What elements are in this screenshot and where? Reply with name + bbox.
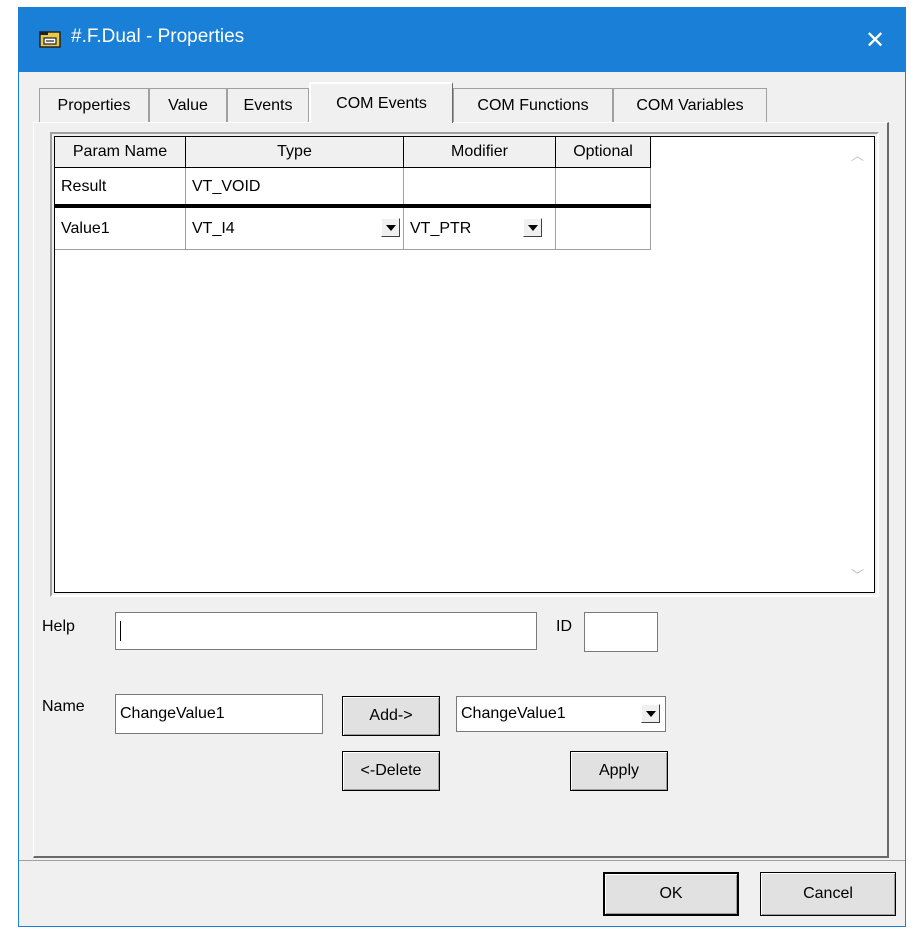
window-title: #.F.Dual - Properties [71, 26, 245, 47]
id-input[interactable] [584, 612, 658, 652]
apply-button[interactable]: Apply [570, 751, 668, 791]
scroll-up-icon[interactable]: ︿ [851, 145, 864, 164]
text-caret [120, 621, 121, 641]
event-select[interactable]: ChangeValue1 [456, 696, 666, 732]
header-param-name[interactable]: Param Name [55, 137, 186, 168]
cell-modifier[interactable]: VT_PTR [404, 208, 556, 250]
cancel-button[interactable]: Cancel [760, 872, 896, 916]
cell-modifier-value: VT_PTR [410, 219, 472, 237]
cell-optional[interactable] [556, 168, 651, 206]
name-input[interactable]: ChangeValue1 [115, 694, 323, 734]
chevron-down-icon[interactable] [641, 704, 660, 723]
delete-button[interactable]: <-Delete [342, 751, 440, 791]
scroll-down-icon[interactable]: ﹀ [851, 565, 864, 584]
id-label: ID [556, 618, 572, 635]
event-select-value: ChangeValue1 [461, 705, 566, 722]
name-label: Name [42, 698, 85, 715]
header-modifier[interactable]: Modifier [404, 137, 556, 168]
add-button[interactable]: Add-> [342, 696, 440, 736]
tab-events[interactable]: Events [227, 88, 309, 122]
modifier-dropdown-arrow[interactable] [523, 218, 542, 237]
parameter-grid[interactable]: Param Name Type Modifier Optional Result… [50, 132, 879, 597]
tab-label: COM Functions [477, 96, 589, 114]
tab-label: COM Events [336, 94, 427, 112]
header-type[interactable]: Type [186, 137, 404, 168]
tab-value[interactable]: Value [149, 88, 227, 122]
header-optional[interactable]: Optional [556, 137, 651, 168]
cell-param-name[interactable]: Value1 [55, 208, 186, 250]
tab-com-events[interactable]: COM Events [309, 82, 453, 123]
title-bar[interactable]: #.F.Dual - Properties ✕ [19, 8, 905, 72]
tab-label: Value [168, 96, 208, 114]
cell-type[interactable]: VT_VOID [186, 168, 404, 206]
tab-com-functions[interactable]: COM Functions [453, 88, 613, 122]
help-input[interactable] [115, 612, 537, 650]
type-dropdown-arrow[interactable] [381, 218, 400, 237]
cell-modifier[interactable] [404, 168, 556, 206]
properties-dialog: #.F.Dual - Properties ✕ Properties Value… [19, 8, 905, 926]
footer-divider [19, 860, 905, 861]
tab-label: COM Variables [636, 96, 744, 114]
tab-label: Properties [57, 96, 131, 114]
ok-button[interactable]: OK [603, 872, 739, 916]
cell-type[interactable]: VT_I4 [186, 208, 404, 250]
close-icon: ✕ [864, 26, 886, 54]
folder-properties-icon [39, 31, 61, 48]
close-button[interactable]: ✕ [845, 8, 905, 72]
help-label: Help [42, 618, 75, 635]
cell-type-value: VT_I4 [192, 219, 235, 237]
tab-properties[interactable]: Properties [39, 88, 149, 122]
tab-label: Events [243, 96, 293, 114]
cell-optional[interactable] [556, 208, 651, 250]
cell-param-name[interactable]: Result [55, 168, 186, 206]
tab-com-variables[interactable]: COM Variables [613, 88, 767, 122]
